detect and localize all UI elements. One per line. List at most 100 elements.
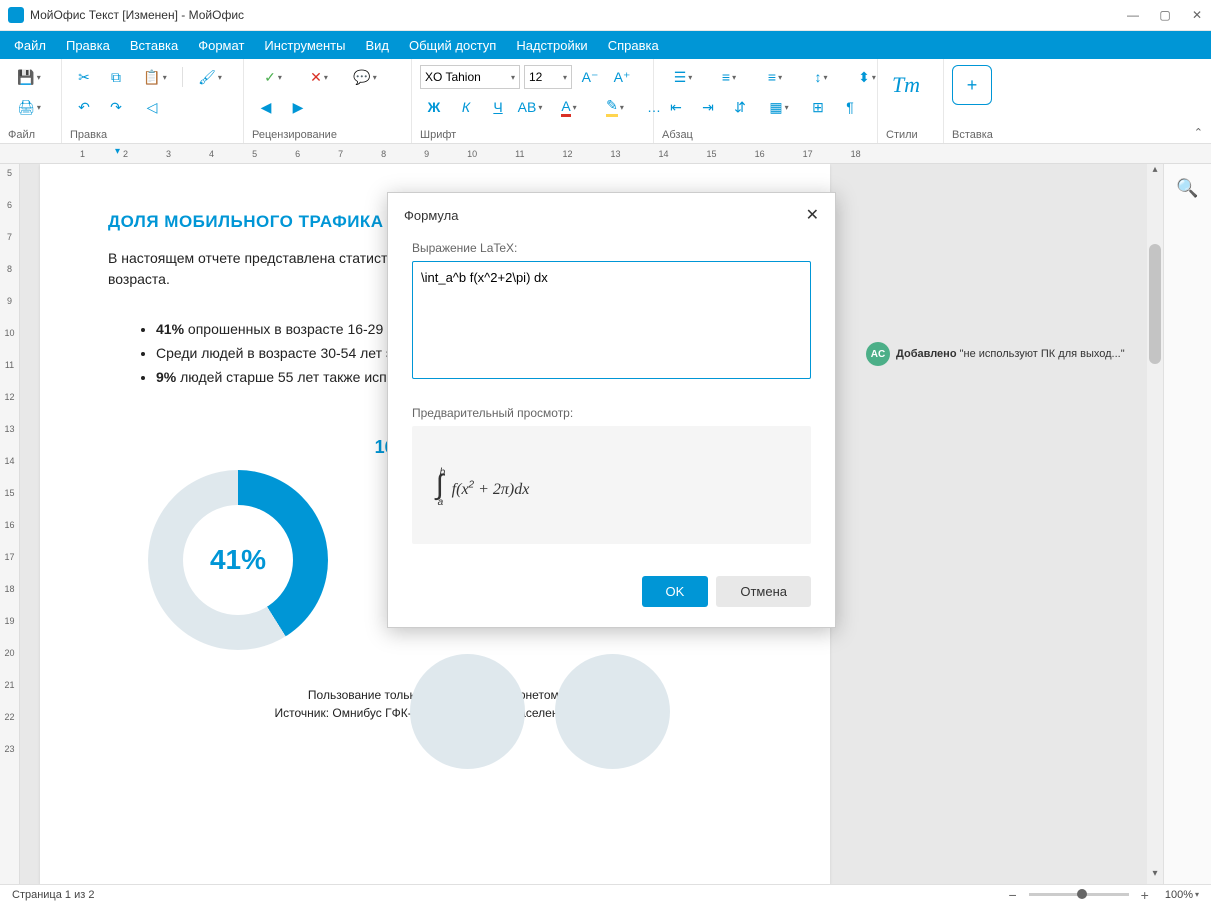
menu-insert[interactable]: Вставка xyxy=(120,34,188,57)
undo-button[interactable]: ↶ xyxy=(70,95,98,119)
prev-change-button[interactable]: ◀ xyxy=(252,95,280,119)
paste-button[interactable]: 📋▾ xyxy=(134,65,176,89)
search-icon[interactable]: 🔍 xyxy=(1174,176,1202,200)
zoom-display[interactable]: 100% ▾ xyxy=(1165,889,1199,901)
next-change-button[interactable]: ▶ xyxy=(284,95,312,119)
increase-font-button[interactable]: A⁺ xyxy=(608,65,636,89)
underline-button[interactable]: Ч xyxy=(484,95,512,119)
collapse-ribbon-button[interactable]: ⌃ xyxy=(1194,126,1203,139)
ribbon-label-edit: Правка xyxy=(70,129,235,141)
zoom-in-button[interactable]: + xyxy=(1137,887,1153,903)
zoom-value: 100% xyxy=(1165,889,1193,901)
donut-inner: 41% xyxy=(183,505,293,615)
print-button[interactable]: 🖨▾ xyxy=(8,95,50,119)
formula-dialog: Формула ✕ Выражение LaTeX: Предварительн… xyxy=(387,192,836,628)
formula-preview: ∫ba f(x2 + 2π)dx xyxy=(436,469,529,501)
comment-bubble[interactable]: AC Добавлено "не используют ПК для выход… xyxy=(866,342,1125,366)
insert-button[interactable]: + xyxy=(952,65,992,105)
ok-button[interactable]: OK xyxy=(642,576,709,607)
reject-button[interactable]: ✕▾ xyxy=(298,65,340,89)
font-size-select[interactable]: 12▾ xyxy=(524,65,572,89)
comment-avatar: AC xyxy=(866,342,890,366)
comment-button[interactable]: 💬▾ xyxy=(344,65,386,89)
redo-button[interactable]: ↷ xyxy=(102,95,130,119)
list-pct: 9% xyxy=(156,369,176,385)
close-button[interactable]: ✕ xyxy=(1191,9,1203,21)
close-icon[interactable]: ✕ xyxy=(806,205,819,225)
comment-body: "не используют ПК для выход..." xyxy=(957,348,1125,360)
text-direction-button[interactable]: ⇵ xyxy=(726,95,754,119)
save-button[interactable]: 💾▾ xyxy=(8,65,50,89)
list-pct: 41% xyxy=(156,321,184,337)
cut-button[interactable]: ✂ xyxy=(70,65,98,89)
zoom-knob[interactable] xyxy=(1077,889,1087,899)
scroll-thumb[interactable] xyxy=(1149,244,1161,364)
hint-circle-icon xyxy=(410,654,525,769)
cancel-button[interactable]: Отмена xyxy=(716,576,811,607)
align-button[interactable]: ≡▾ xyxy=(754,65,796,89)
donut-chart: 41% xyxy=(148,470,328,650)
menu-share[interactable]: Общий доступ xyxy=(399,34,506,57)
chart-value: 41% xyxy=(210,544,266,576)
decrease-font-button[interactable]: A⁻ xyxy=(576,65,604,89)
vertical-ruler[interactable]: 567891011121314151617181920212223 xyxy=(0,164,20,884)
ribbon-label-styles: Стили xyxy=(886,129,935,141)
italic-button[interactable]: К xyxy=(452,95,480,119)
preview-box: ∫ba f(x2 + 2π)dx xyxy=(412,426,811,544)
zoom-out-button[interactable]: − xyxy=(1004,887,1020,903)
pilcrow-button[interactable]: ¶ xyxy=(836,95,864,119)
font-color-button[interactable]: А▾ xyxy=(548,95,590,119)
ribbon-label-review: Рецензирование xyxy=(252,129,403,141)
preview-label: Предварительный просмотр: xyxy=(412,406,811,420)
zoom-slider[interactable] xyxy=(1029,893,1129,896)
ruler-h-ticks: 123456789101112131415161718 xyxy=(80,149,861,159)
menu-view[interactable]: Вид xyxy=(355,34,399,57)
font-family-value: XO Tahion xyxy=(425,70,481,84)
bold-button[interactable]: Ж xyxy=(420,95,448,119)
scroll-down-icon[interactable]: ▾ xyxy=(1147,868,1163,884)
shading-button[interactable]: ▦▾ xyxy=(758,95,800,119)
hint-circle-icon xyxy=(555,654,670,769)
font-family-select[interactable]: XO Tahion▾ xyxy=(420,65,520,89)
latex-input[interactable] xyxy=(412,261,811,379)
chart-hints xyxy=(410,654,670,769)
app-icon xyxy=(8,7,24,23)
ribbon-label-para: Абзац xyxy=(662,129,869,141)
accept-button[interactable]: ✓▾ xyxy=(252,65,294,89)
minimize-button[interactable]: — xyxy=(1127,9,1139,21)
number-list-button[interactable]: ≡▾ xyxy=(708,65,750,89)
format-painter-button[interactable]: 🖌▾ xyxy=(189,65,231,89)
comment-action: Добавлено xyxy=(896,348,957,360)
horizontal-ruler[interactable]: ▾ 123456789101112131415161718 xyxy=(0,144,1211,164)
copy-button[interactable]: ⧉ xyxy=(102,65,130,89)
ribbon-group-styles: Tт Стили xyxy=(878,59,944,143)
menu-tools[interactable]: Инструменты xyxy=(254,34,355,57)
latex-label: Выражение LaTeX: xyxy=(412,241,811,255)
eraser-button[interactable]: ◁ xyxy=(138,95,166,119)
menu-format[interactable]: Формат xyxy=(188,34,254,57)
ribbon-group-paragraph: ☰▾ ≡▾ ≡▾ ↕▾ ⬍▾ ⇤ ⇥ ⇵ ▦▾ ⊞ ¶ Абзац xyxy=(654,59,878,143)
ribbon: 💾▾ 🖨▾ Файл ✂ ⧉ 📋▾ 🖌▾ ↶ ↷ ◁ Правка xyxy=(0,59,1211,144)
dialog-title: Формула xyxy=(404,208,458,223)
bullet-list-button[interactable]: ☰▾ xyxy=(662,65,704,89)
menu-edit[interactable]: Правка xyxy=(56,34,120,57)
borders-button[interactable]: ⊞ xyxy=(804,95,832,119)
vertical-scrollbar[interactable]: ▴ ▾ xyxy=(1147,164,1163,884)
page-indicator[interactable]: Страница 1 из 2 xyxy=(12,889,94,901)
menu-file[interactable]: Файл xyxy=(4,34,56,57)
highlight-button[interactable]: ✎▾ xyxy=(594,95,636,119)
ribbon-group-font: XO Tahion▾ 12▾ A⁻ A⁺ Ж К Ч AB▾ А▾ ✎▾ … Ш… xyxy=(412,59,654,143)
menu-addons[interactable]: Надстройки xyxy=(506,34,597,57)
text-format-button[interactable]: AB▾ xyxy=(516,95,544,119)
ribbon-label-file: Файл xyxy=(8,129,53,141)
maximize-button[interactable]: ▢ xyxy=(1159,9,1171,21)
scroll-up-icon[interactable]: ▴ xyxy=(1147,164,1163,180)
decrease-indent-button[interactable]: ⇤ xyxy=(662,95,690,119)
menu-help[interactable]: Справка xyxy=(598,34,669,57)
increase-indent-button[interactable]: ⇥ xyxy=(694,95,722,119)
menubar: Файл Правка Вставка Формат Инструменты В… xyxy=(0,31,1211,59)
ribbon-group-insert: + Вставка xyxy=(944,59,1010,143)
line-spacing-button[interactable]: ↕▾ xyxy=(800,65,842,89)
styles-button[interactable]: Tт xyxy=(886,65,926,105)
dialog-footer: OK Отмена xyxy=(388,560,835,627)
